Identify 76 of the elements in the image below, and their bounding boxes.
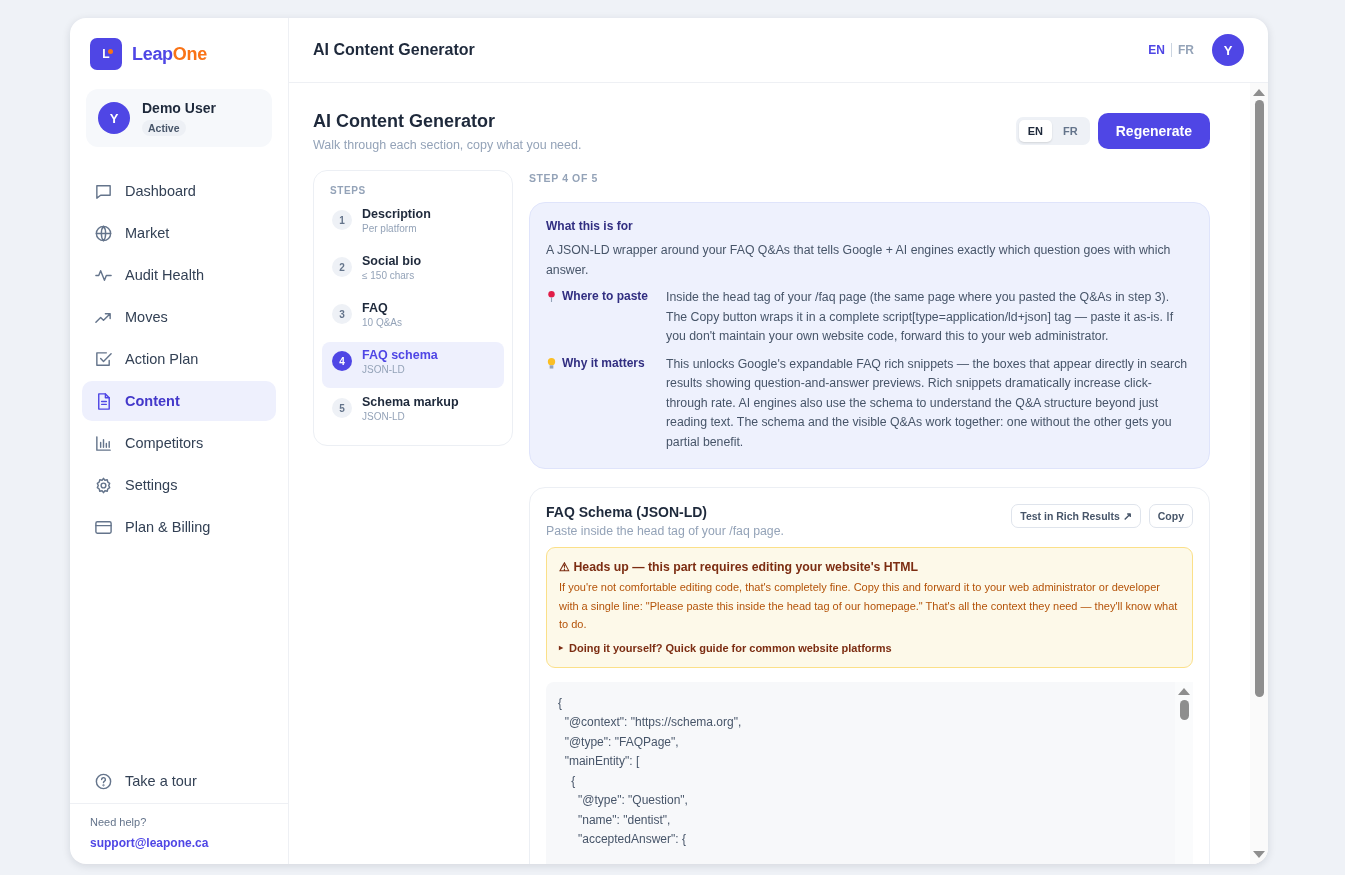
logo-icon: L [90, 38, 122, 70]
user-avatar: Y [98, 102, 130, 134]
nav-item[interactable]: Competitors [82, 423, 276, 463]
code-line: "@type": "Question", [577, 792, 689, 809]
settings-icon [94, 475, 113, 495]
globe-icon [94, 223, 113, 243]
checkbox-icon [94, 349, 113, 369]
info-text: This unlocks Google's expandable FAQ rich snippets — the boxes that appear directly in search results showing question-and-answer previews. Rich snippets dramatically increase click-through rate. AI engines also use the schema to understand the Q&A structure beyond just reading text. The schema and the visible Q&As work together: one without the other gets you partial benefit. [666, 355, 1189, 451]
nav-item[interactable]: Action Plan [82, 339, 276, 379]
test-button[interactable]: Test in Rich Results ↗ [1011, 504, 1141, 528]
step-number: 4 [332, 351, 352, 371]
step-title: FAQ schema [362, 348, 438, 362]
step-number: 5 [332, 398, 352, 418]
user-avatar[interactable]: Y [1212, 34, 1244, 66]
steps-heading: STEPS [329, 185, 367, 198]
step-subtitle: JSON-LD [362, 411, 406, 422]
info-text: Inside the head tag of your /faq page (the same page where you pasted the Q&As in step 3). The Copy button wraps it in a complete script[type=application/ld+json] tag — paste it as-is. If you don't maintain your own website code, forward this to your web administrator. [666, 289, 1175, 345]
info-title: What this is for [546, 219, 634, 233]
step-subtitle: 10 Q&As [362, 317, 403, 328]
info-label: Where to paste [562, 289, 648, 303]
copy-button[interactable]: Copy [1148, 504, 1193, 528]
code-line: "name": "dentist", [577, 811, 672, 829]
scrollbar[interactable] [1250, 83, 1268, 864]
code-line: "@context": "https://schema.org", [563, 714, 743, 731]
code-line: { [570, 772, 577, 790]
step-counter: STEP 4 OF 5 [529, 172, 599, 184]
step-subtitle: Per platform [362, 223, 418, 234]
nav-item[interactable]: Dashboard [82, 171, 276, 211]
lightbulb-icon [546, 356, 557, 370]
language-option[interactable]: FR [1054, 120, 1087, 142]
info-label: Why it matters [562, 355, 645, 370]
step-title: Description [362, 207, 431, 221]
help-icon [94, 771, 113, 791]
step-title: Schema markup [362, 395, 459, 409]
status-badge: Active [142, 120, 186, 136]
step-title: FAQ [362, 301, 389, 315]
nav-item[interactable]: Moves [82, 297, 276, 337]
step-item[interactable]: 5 Schema markup JSON-LD [322, 389, 504, 435]
step-number: 2 [332, 257, 352, 277]
user-name: Demo User [142, 100, 216, 116]
brand-name: LeapOne [132, 43, 207, 65]
nav-item[interactable]: Settings [82, 465, 276, 505]
nav-item[interactable]: Content [82, 381, 276, 421]
nav-item[interactable]: Plan & Billing [82, 507, 276, 547]
nav-item[interactable]: Audit Health [82, 255, 276, 295]
step-item[interactable]: 4 FAQ schema JSON-LD [322, 342, 504, 388]
warning-title: ⚠ Heads up — this part requires editing your website's HTML [559, 560, 919, 574]
code-line: "mainEntity": [ [563, 753, 641, 770]
step-subtitle: ≤ 150 chars [362, 270, 416, 281]
step-item[interactable]: 2 Social bio ≤ 150 chars [322, 248, 504, 294]
subtitle: Walk through each section, copy what you need. [313, 138, 582, 152]
tour-link[interactable]: Take a tour [82, 761, 276, 801]
code-line: { [558, 694, 563, 712]
step-title: Social bio [362, 254, 422, 268]
support-email-link[interactable]: support@leapone.ca [90, 836, 268, 850]
schema-subtitle: Paste inside the head tag of your /faq page. [546, 524, 784, 538]
step-subtitle: JSON-LD [362, 364, 406, 375]
info-text: A JSON-LD wrapper around your FAQ Q&As that tells Google + AI engines exactly which question goes with which answer. [546, 242, 1172, 279]
code-line: "acceptedAnswer": { [577, 831, 687, 848]
schema-title: FAQ Schema (JSON-LD) [546, 504, 709, 520]
warning-text: If you're not comfortable editing code, that's completely fine. Copy this and forward it to your web administrator or developer with a single line: "Please paste this inside the head tag of our homepage." That's all the context they need — they'll know what to do. [559, 580, 1179, 632]
help-label: Need help? [90, 816, 148, 828]
step-number: 1 [332, 210, 352, 230]
guide-toggle[interactable]: ▸ Doing it yourself? Quick guide for common website platforms [559, 641, 1180, 654]
pin-icon [546, 290, 557, 303]
heading: AI Content Generator [313, 111, 496, 132]
step-item[interactable]: 1 Description Per platform [322, 201, 504, 247]
language-option[interactable]: EN [1018, 120, 1053, 142]
bar-chart-icon [94, 433, 113, 453]
page-title: AI Content Generator [313, 41, 475, 59]
code-line: "@type": "FAQPage", [563, 733, 680, 751]
step-item[interactable]: 3 FAQ 10 Q&As [322, 295, 504, 341]
language-link[interactable]: EN [1148, 43, 1165, 57]
nav-item[interactable]: Market [82, 213, 276, 253]
regenerate-button[interactable]: Regenerate [1097, 113, 1210, 149]
step-number: 3 [332, 304, 352, 324]
